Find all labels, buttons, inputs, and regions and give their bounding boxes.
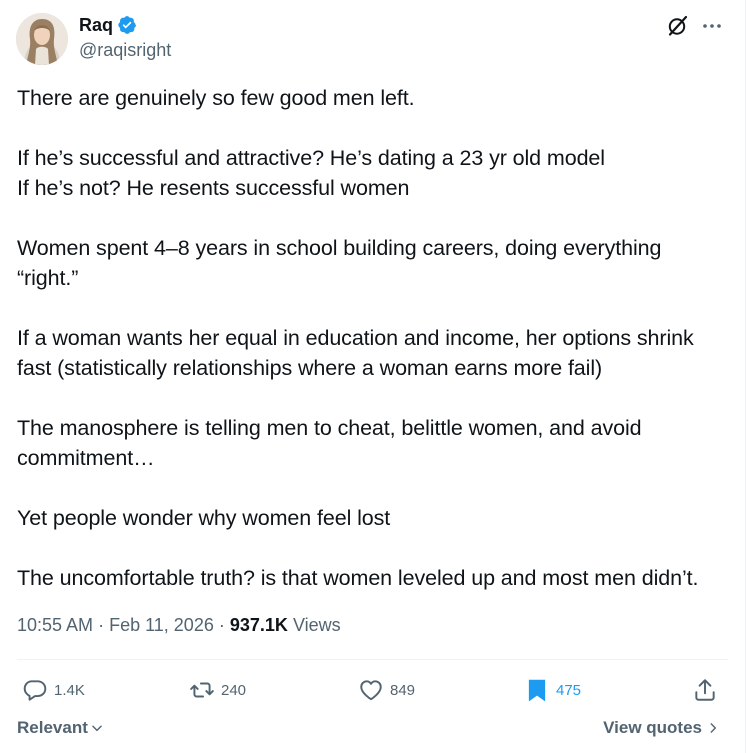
repost-count: 240 xyxy=(221,681,247,699)
author-handle[interactable]: @raqisright xyxy=(79,39,171,61)
sort-label: Relevant xyxy=(17,718,88,737)
bookmark-button[interactable]: 475 xyxy=(524,676,581,704)
verified-badge-icon[interactable] xyxy=(117,15,137,35)
chevron-down-icon xyxy=(92,725,102,732)
sort-dropdown[interactable]: Relevant xyxy=(17,718,104,738)
share-button[interactable] xyxy=(692,676,718,704)
avatar[interactable] xyxy=(16,13,68,65)
tweet-text: There are genuinely so few good men left… xyxy=(17,86,699,590)
divider xyxy=(17,659,728,660)
tweet-time[interactable]: 10:55 AM xyxy=(17,615,93,635)
views-label[interactable]: Views xyxy=(293,615,341,635)
bookmark-count: 475 xyxy=(556,681,582,699)
reply-button[interactable]: 1.4K xyxy=(22,676,85,704)
tweet-meta: 10:55 AM · Feb 11, 2026 · 937.1K Views xyxy=(17,613,341,637)
like-button[interactable]: 849 xyxy=(358,676,415,704)
more-options-icon[interactable] xyxy=(700,14,724,38)
chevron-right-icon xyxy=(710,723,717,733)
author-name[interactable]: Raq xyxy=(79,14,113,36)
reply-count: 1.4K xyxy=(54,681,85,699)
reply-icon xyxy=(23,680,47,701)
meta-separator: · xyxy=(218,615,225,635)
heart-icon xyxy=(360,680,382,701)
view-quotes-link[interactable]: View quotes xyxy=(603,718,720,738)
like-count: 849 xyxy=(390,681,416,699)
views-count[interactable]: 937.1K xyxy=(230,615,288,635)
meta-separator: · xyxy=(98,615,105,635)
repost-button[interactable]: 240 xyxy=(189,676,246,704)
grok-icon[interactable] xyxy=(666,14,690,38)
author-name-row[interactable]: Raq xyxy=(79,14,137,36)
share-icon xyxy=(695,679,715,701)
repost-icon xyxy=(190,682,214,698)
view-quotes-label: View quotes xyxy=(603,718,702,737)
tweet-date[interactable]: Feb 11, 2026 xyxy=(109,615,214,635)
avatar-image xyxy=(16,13,68,65)
bookmark-filled-icon xyxy=(528,679,546,702)
tweet-card: Raq @raqisright There are genuinely so f… xyxy=(0,0,746,753)
